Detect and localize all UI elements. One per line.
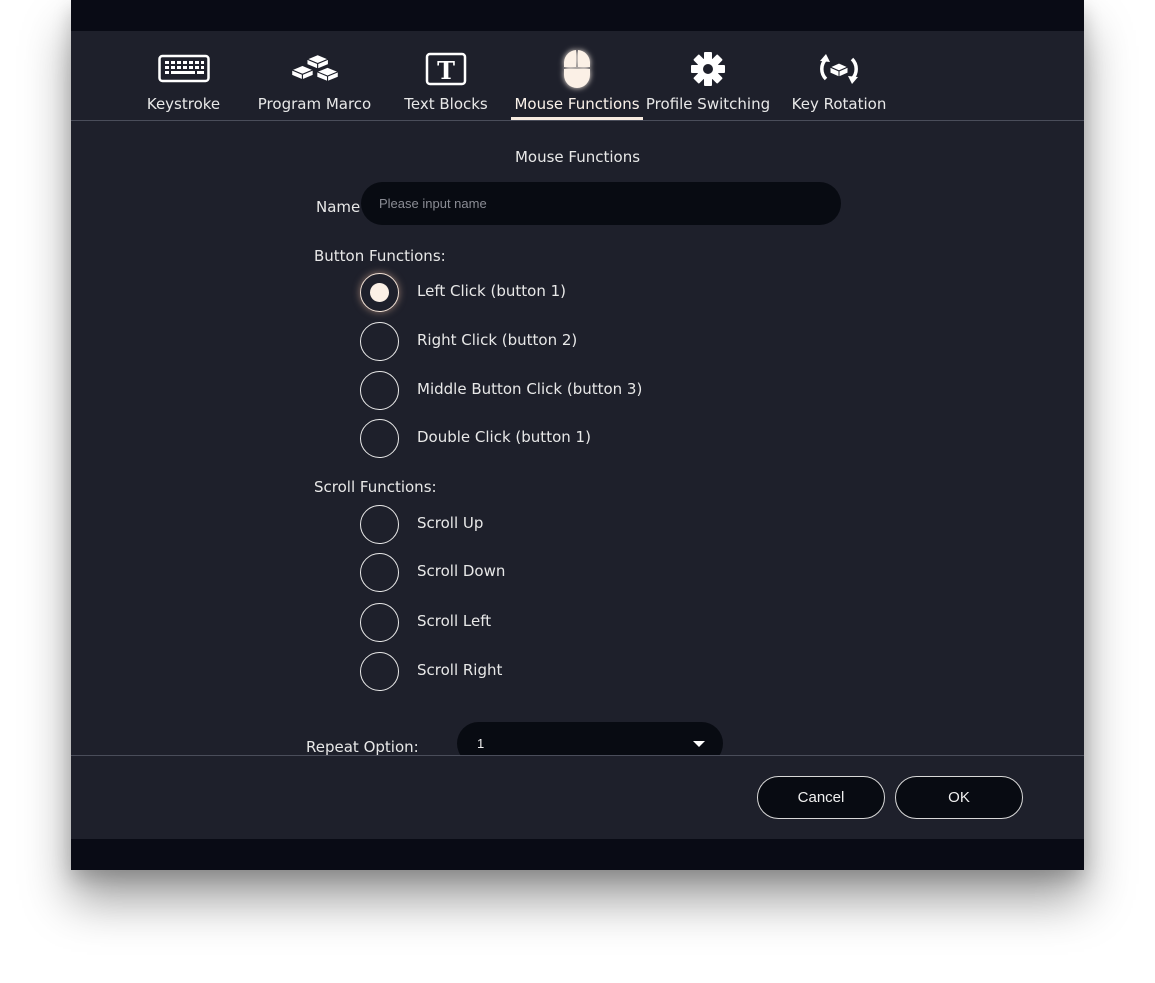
tab-label: Program Marco: [257, 95, 372, 113]
title-bar: [71, 0, 1084, 31]
footer-divider: [71, 755, 1084, 756]
radio-left-click[interactable]: Left Click (button 1): [360, 273, 760, 312]
caret-down-icon: [693, 741, 705, 747]
key-rotation-icon: [813, 51, 865, 87]
radio-button[interactable]: [360, 603, 399, 642]
radio-label: Scroll Down: [417, 562, 506, 580]
text-block-icon: T: [420, 51, 472, 87]
radio-scroll-left[interactable]: Scroll Left: [360, 603, 760, 642]
mouse-functions-dialog: Keystroke Program Marco T Text Blocks Mo…: [71, 0, 1084, 870]
radio-label: Double Click (button 1): [417, 428, 591, 446]
tab-mouse-functions[interactable]: Mouse Functions: [511, 31, 643, 120]
radio-label: Left Click (button 1): [417, 282, 566, 300]
radio-double-click[interactable]: Double Click (button 1): [360, 419, 760, 458]
panel-title: Mouse Functions: [514, 148, 641, 166]
repeat-option-select[interactable]: 1: [457, 722, 723, 755]
name-label: Name: [316, 198, 361, 216]
tab-key-rotation[interactable]: Key Rotation: [789, 31, 889, 120]
tab-profile-switching[interactable]: Profile Switching: [645, 31, 771, 120]
tab-label: Keystroke: [146, 95, 221, 113]
radio-right-click[interactable]: Right Click (button 2): [360, 322, 760, 361]
tab-keystroke[interactable]: Keystroke: [141, 31, 226, 120]
radio-scroll-up[interactable]: Scroll Up: [360, 505, 760, 544]
gear-icon: [682, 51, 734, 87]
radio-button[interactable]: [360, 322, 399, 361]
radio-label: Middle Button Click (button 3): [417, 380, 643, 398]
tab-label: Mouse Functions: [514, 95, 640, 113]
ok-button[interactable]: OK: [895, 776, 1023, 819]
tab-label: Profile Switching: [645, 95, 771, 113]
mouse-icon: [551, 50, 603, 88]
radio-button[interactable]: [360, 505, 399, 544]
radio-scroll-down[interactable]: Scroll Down: [360, 553, 760, 592]
keyboard-icon: [157, 51, 210, 87]
tabs-divider: [71, 120, 1084, 121]
radio-button[interactable]: [360, 419, 399, 458]
cancel-button[interactable]: Cancel: [757, 776, 885, 819]
repeat-option-label: Repeat Option:: [306, 738, 419, 756]
keycaps-icon: [289, 51, 341, 87]
tab-program-marco[interactable]: Program Marco: [256, 31, 373, 120]
function-tabs: Keystroke Program Marco T Text Blocks Mo…: [71, 31, 1084, 120]
scroll-functions-label: Scroll Functions:: [314, 478, 437, 496]
tab-label: Key Rotation: [791, 95, 887, 113]
repeat-option-value: 1: [477, 736, 485, 751]
radio-label: Right Click (button 2): [417, 331, 578, 349]
radio-label: Scroll Right: [417, 661, 503, 679]
select-background: [457, 722, 723, 755]
radio-button-checked[interactable]: [360, 273, 399, 312]
radio-button[interactable]: [360, 652, 399, 691]
svg-text:T: T: [437, 56, 455, 85]
bottom-bar: [71, 839, 1084, 870]
radio-scroll-right[interactable]: Scroll Right: [360, 652, 760, 691]
button-functions-label: Button Functions:: [314, 247, 446, 265]
radio-button[interactable]: [360, 553, 399, 592]
radio-middle-click[interactable]: Middle Button Click (button 3): [360, 371, 760, 410]
name-input[interactable]: [361, 182, 841, 225]
radio-button[interactable]: [360, 371, 399, 410]
radio-label: Scroll Up: [417, 514, 484, 532]
tab-label: Text Blocks: [404, 95, 488, 113]
tab-text-blocks[interactable]: T Text Blocks: [401, 31, 491, 120]
radio-label: Scroll Left: [417, 612, 492, 630]
